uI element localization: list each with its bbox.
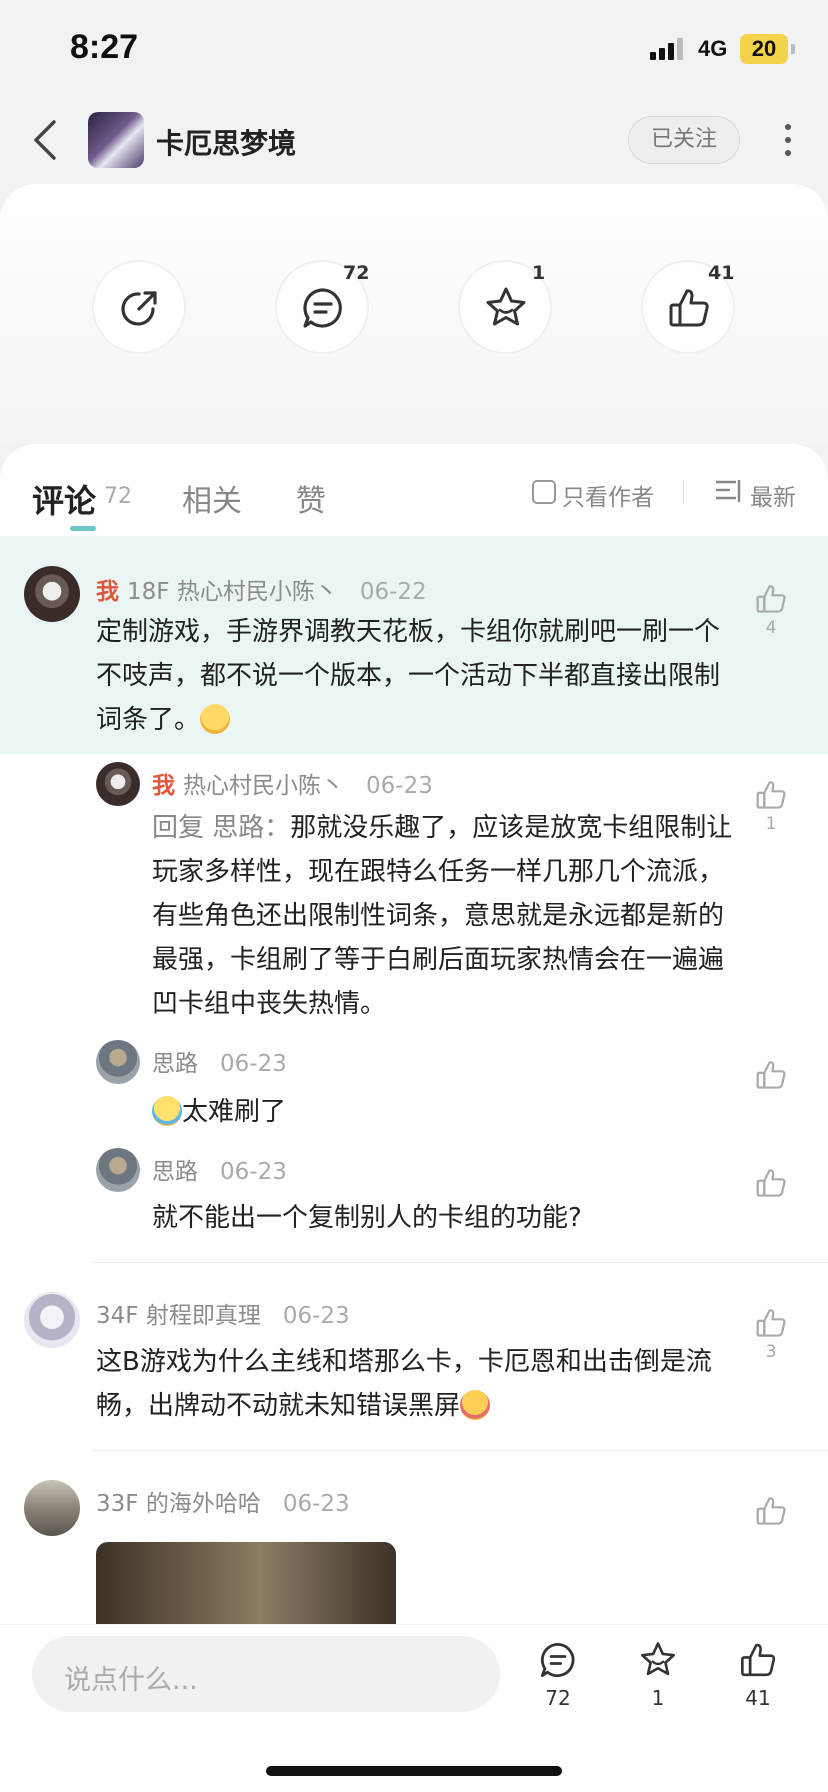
floor-number: 18F bbox=[127, 579, 170, 605]
battery-icon: 20 bbox=[740, 34, 788, 64]
battery-level: 20 bbox=[751, 36, 777, 61]
like-count: 1 bbox=[765, 814, 777, 834]
comment-input[interactable]: 说点什么... bbox=[32, 1636, 500, 1712]
comment-date: 06-22 bbox=[359, 579, 427, 605]
comment-meta: 思路 06-23 bbox=[152, 1152, 287, 1186]
reply-text[interactable]: 太难刷了 bbox=[152, 1090, 736, 1134]
username[interactable]: 热心村民小陈丶 bbox=[183, 773, 344, 799]
like-count: 41 bbox=[708, 262, 735, 284]
status-time: 8:27 bbox=[70, 28, 139, 66]
comment-date: 06-23 bbox=[220, 1051, 287, 1077]
comment-image[interactable] bbox=[96, 1542, 396, 1626]
follow-button[interactable]: 已关注 bbox=[628, 116, 740, 164]
comment-date: 06-23 bbox=[220, 1159, 287, 1185]
username[interactable]: 思路 bbox=[152, 1159, 198, 1185]
comment-date: 06-23 bbox=[366, 773, 433, 799]
circle-avatar[interactable] bbox=[88, 112, 144, 168]
thumbs-up-icon[interactable] bbox=[754, 778, 788, 816]
smile-emoji-icon bbox=[200, 704, 231, 734]
comment-count: 72 bbox=[545, 1686, 571, 1710]
avatar[interactable] bbox=[24, 1292, 80, 1348]
comment-meta: 我 18F 热心村民小陈丶 06-22 bbox=[96, 572, 427, 606]
floor-number: 34F bbox=[96, 1303, 139, 1329]
circle-title[interactable]: 卡厄思梦境 bbox=[156, 122, 296, 162]
avatar[interactable] bbox=[96, 762, 140, 806]
comment-meta: 我热心村民小陈丶 06-23 bbox=[152, 766, 433, 800]
battery-tip bbox=[791, 44, 795, 54]
me-badge: 我 bbox=[96, 579, 119, 605]
comment-date: 06-23 bbox=[282, 1303, 350, 1329]
favorite-count: 1 bbox=[651, 1686, 665, 1710]
comment-meta: 34F 射程即真理 06-23 bbox=[96, 1296, 350, 1330]
avatar[interactable] bbox=[96, 1148, 140, 1192]
thumbs-up-icon[interactable] bbox=[738, 1640, 778, 1684]
divider bbox=[92, 1262, 828, 1263]
reply-body: 太难刷了 bbox=[182, 1097, 287, 1127]
comment-icon[interactable] bbox=[538, 1640, 578, 1684]
comment-date: 06-23 bbox=[282, 1491, 350, 1517]
sort-icon[interactable] bbox=[714, 478, 742, 508]
comment-text[interactable]: 这B游戏为什么主线和塔那么卡，卡厄恩和出击倒是流畅，出牌动不动就未知错误黑屏 bbox=[96, 1340, 736, 1428]
tab-likes[interactable]: 赞 bbox=[296, 476, 326, 520]
reply-text[interactable]: 回复 思路：那就没乐趣了，应该是放宽卡组限制让玩家多样性，现在跟特么任务一样几那… bbox=[152, 806, 736, 1026]
username[interactable]: 射程即真理 bbox=[146, 1303, 261, 1329]
angry-emoji-icon bbox=[460, 1390, 491, 1420]
avatar[interactable] bbox=[24, 1480, 80, 1536]
thumbs-up-icon bbox=[669, 289, 709, 327]
share-icon bbox=[121, 291, 157, 326]
thumbs-up-icon[interactable] bbox=[754, 1494, 788, 1532]
home-indicator[interactable] bbox=[266, 1766, 562, 1776]
comment-meta: 33F 的海外哈哈 06-23 bbox=[96, 1484, 350, 1518]
thumbs-up-icon[interactable] bbox=[754, 1166, 788, 1204]
comment-text[interactable]: 定制游戏，手游界调教天花板，卡组你就刷吧一刷一个不吱声，都不说一个版本，一个活动… bbox=[96, 610, 736, 742]
comment-meta: 思路 06-23 bbox=[152, 1044, 287, 1078]
thumbs-up-icon[interactable] bbox=[754, 1306, 788, 1344]
divider bbox=[683, 480, 684, 504]
tab-related[interactable]: 相关 bbox=[182, 476, 242, 520]
divider bbox=[92, 1450, 828, 1451]
more-icon[interactable] bbox=[782, 124, 794, 160]
star-icon[interactable] bbox=[638, 1640, 678, 1684]
like-count: 41 bbox=[745, 1686, 771, 1710]
thumbs-up-icon[interactable] bbox=[754, 1058, 788, 1096]
username[interactable]: 的海外哈哈 bbox=[146, 1491, 261, 1517]
avatar[interactable] bbox=[24, 566, 80, 622]
reply-prefix: 回复 思路： bbox=[152, 813, 291, 843]
share-button[interactable] bbox=[92, 260, 186, 354]
reply-text[interactable]: 就不能出一个复制别人的卡组的功能? bbox=[152, 1196, 736, 1240]
only-author-checkbox[interactable] bbox=[532, 480, 556, 504]
network-label: 4G bbox=[698, 36, 728, 61]
comment-body: 这B游戏为什么主线和塔那么卡，卡厄恩和出击倒是流畅，出牌动不动就未知错误黑屏 bbox=[96, 1347, 712, 1421]
like-count: 3 bbox=[765, 1342, 777, 1362]
back-icon[interactable] bbox=[30, 118, 62, 162]
crying-emoji-icon bbox=[152, 1096, 182, 1126]
favorite-count: 1 bbox=[532, 262, 546, 284]
sort-label[interactable]: 最新 bbox=[750, 478, 796, 512]
tab-active-indicator bbox=[70, 526, 96, 531]
username[interactable]: 热心村民小陈丶 bbox=[177, 579, 338, 605]
thumbs-up-icon[interactable] bbox=[754, 582, 788, 620]
star-icon bbox=[486, 287, 526, 326]
tab-comments-count: 72 bbox=[104, 484, 132, 509]
avatar[interactable] bbox=[96, 1040, 140, 1084]
comment-input-placeholder: 说点什么... bbox=[64, 1665, 198, 1696]
comment-body: 定制游戏，手游界调教天花板，卡组你就刷吧一刷一个不吱声，都不说一个版本，一个活动… bbox=[96, 617, 721, 735]
floor-number: 33F bbox=[96, 1491, 139, 1517]
comment-count: 72 bbox=[343, 262, 370, 284]
like-count: 4 bbox=[765, 618, 777, 638]
only-author-label[interactable]: 只看作者 bbox=[562, 478, 654, 512]
username[interactable]: 思路 bbox=[152, 1051, 198, 1077]
me-badge: 我 bbox=[152, 773, 175, 799]
comment-icon bbox=[303, 288, 342, 328]
tab-comments[interactable]: 评论 bbox=[32, 476, 96, 522]
signal-icon bbox=[650, 38, 686, 60]
reply-body: 那就没乐趣了，应该是放宽卡组限制让玩家多样性，现在跟特么任务一样几那几个流派，有… bbox=[152, 813, 733, 1019]
